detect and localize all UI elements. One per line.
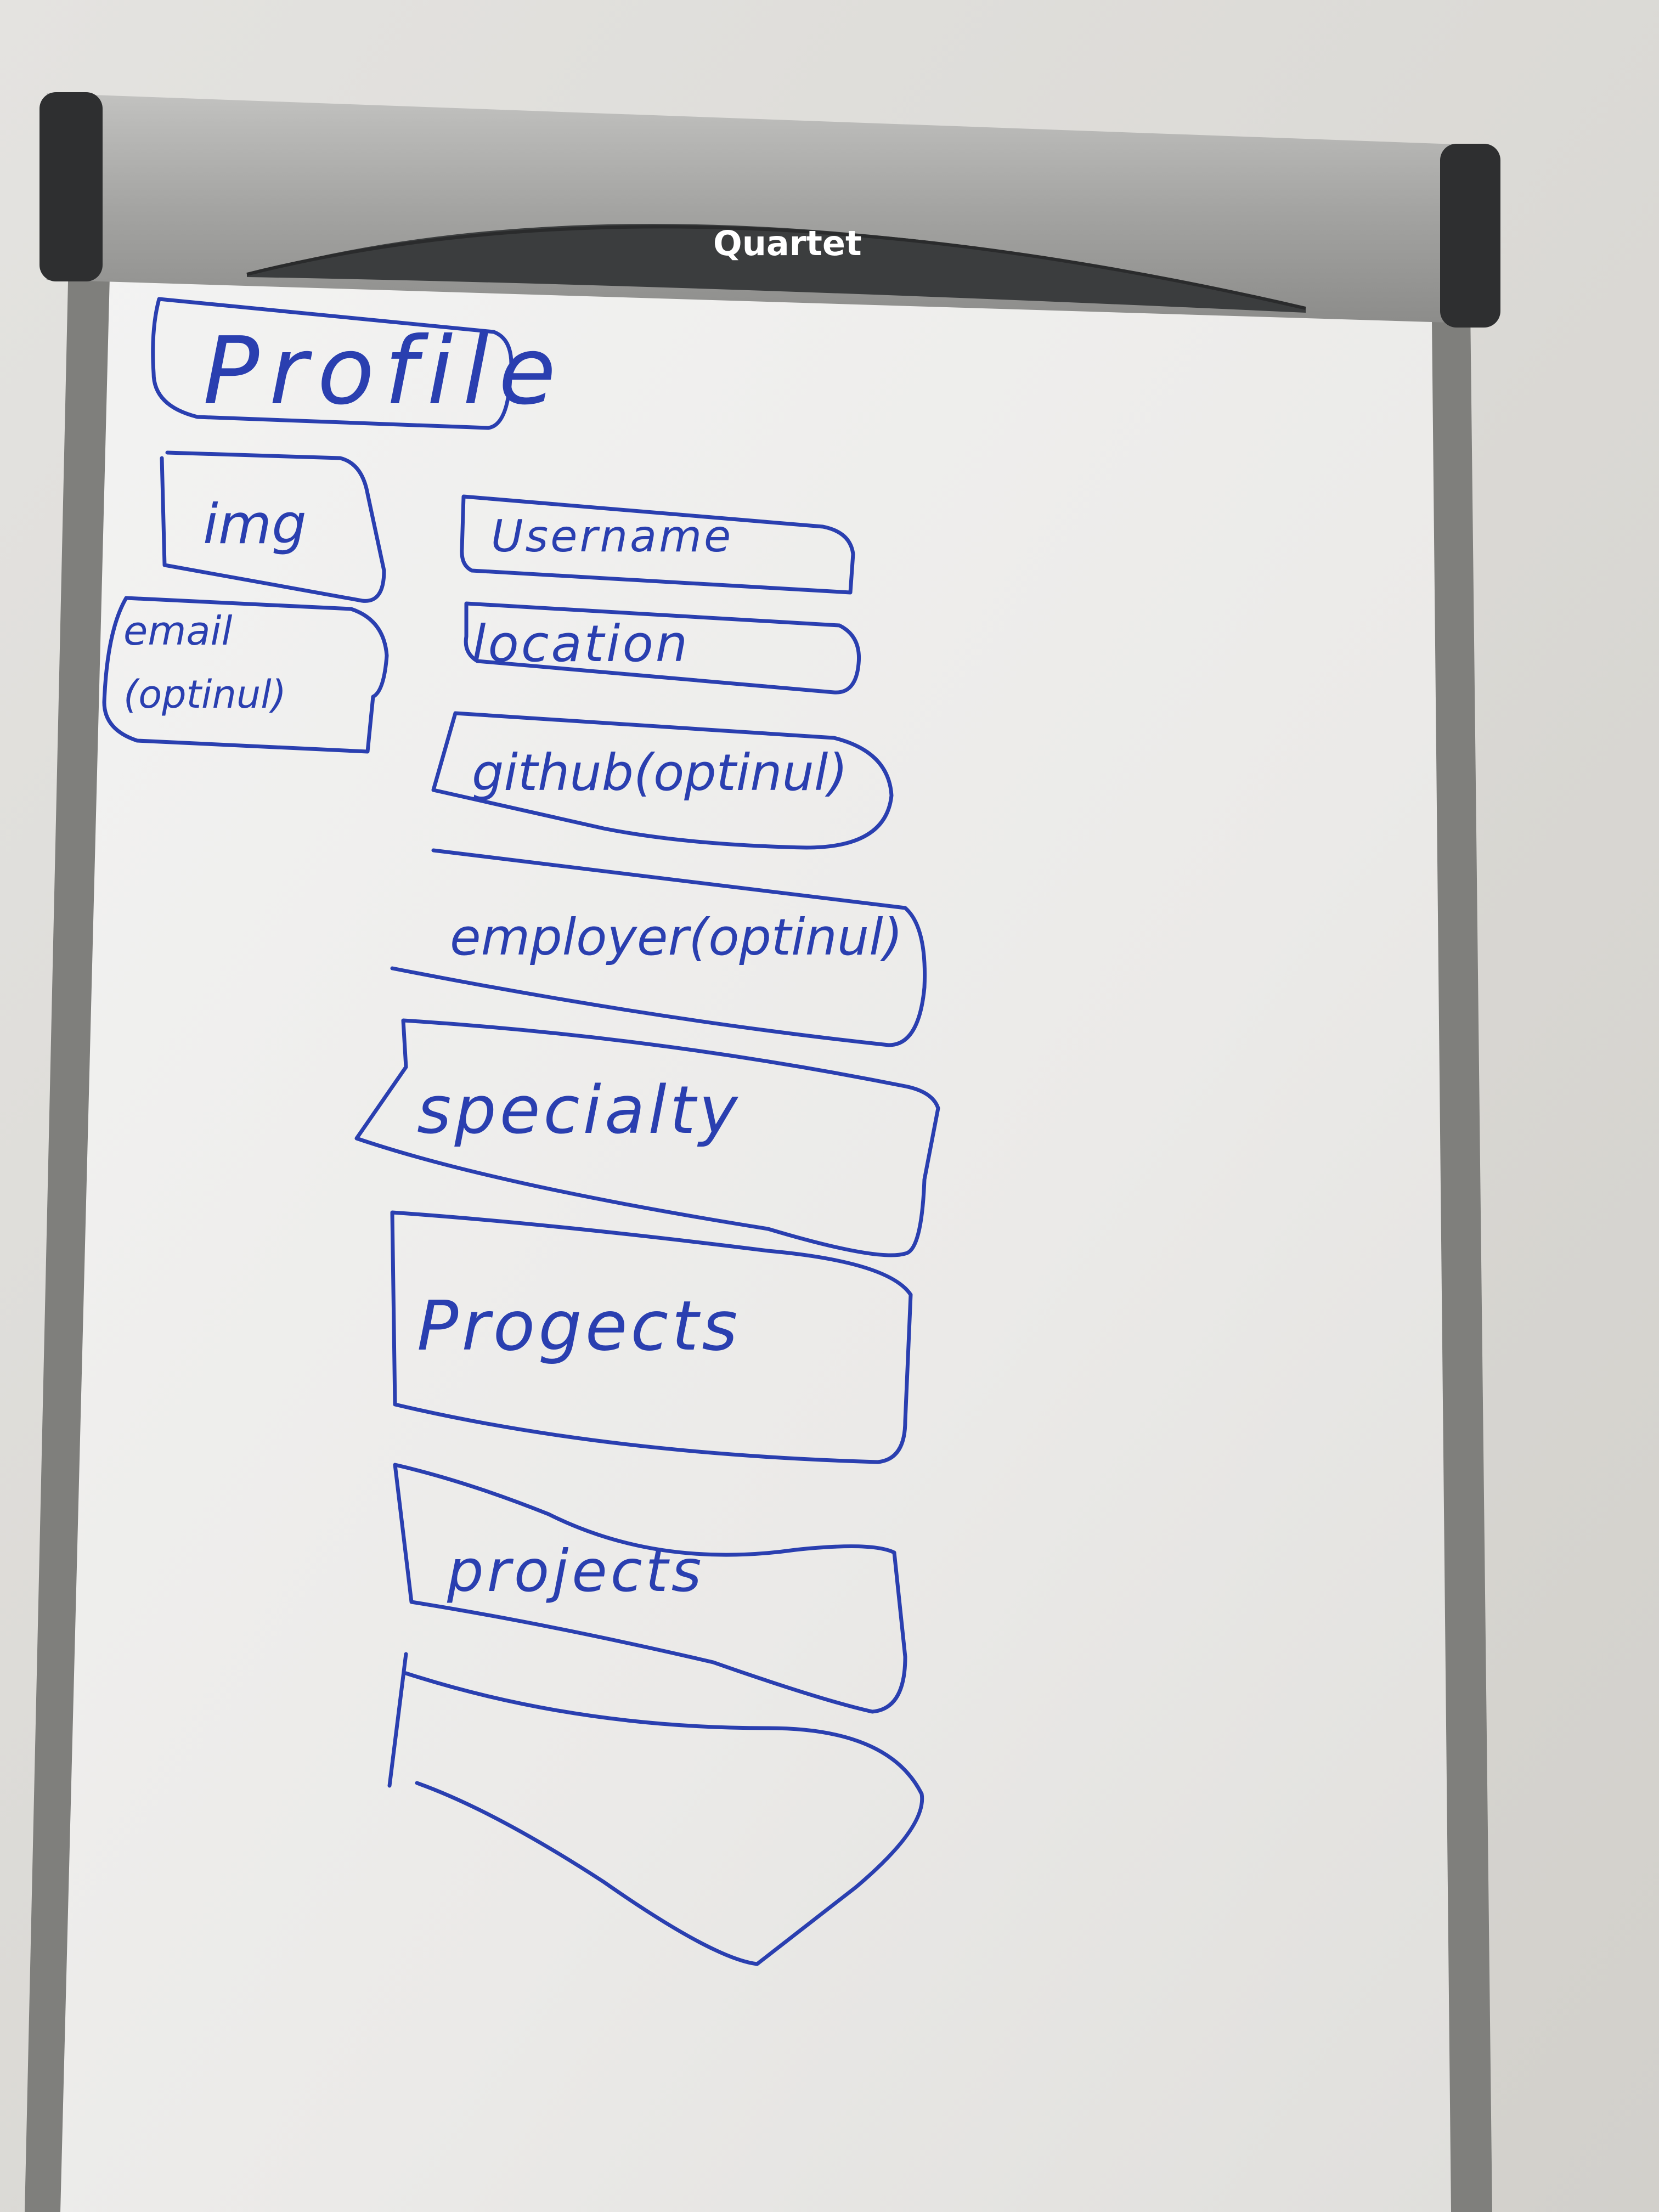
wireframe-title: Profile	[203, 317, 566, 426]
field-username: Username	[491, 511, 733, 562]
field-github: github(optinul)	[472, 743, 848, 802]
field-projects: projects	[447, 1538, 704, 1605]
whiteboard-scene: Quartet Profile img email (optinul) User…	[0, 0, 1659, 2212]
brand-logo-text: Quartet	[713, 223, 862, 263]
field-employer: employer(optinul)	[450, 908, 903, 967]
field-progects: Progects	[417, 1286, 741, 1366]
field-specialty: specialty	[417, 1073, 741, 1149]
field-location: location	[472, 614, 690, 673]
image-label: img	[203, 492, 307, 556]
email-label-line1: email	[123, 608, 233, 654]
email-label-line2: (optinul)	[123, 672, 286, 717]
board-surface	[60, 277, 1451, 2212]
